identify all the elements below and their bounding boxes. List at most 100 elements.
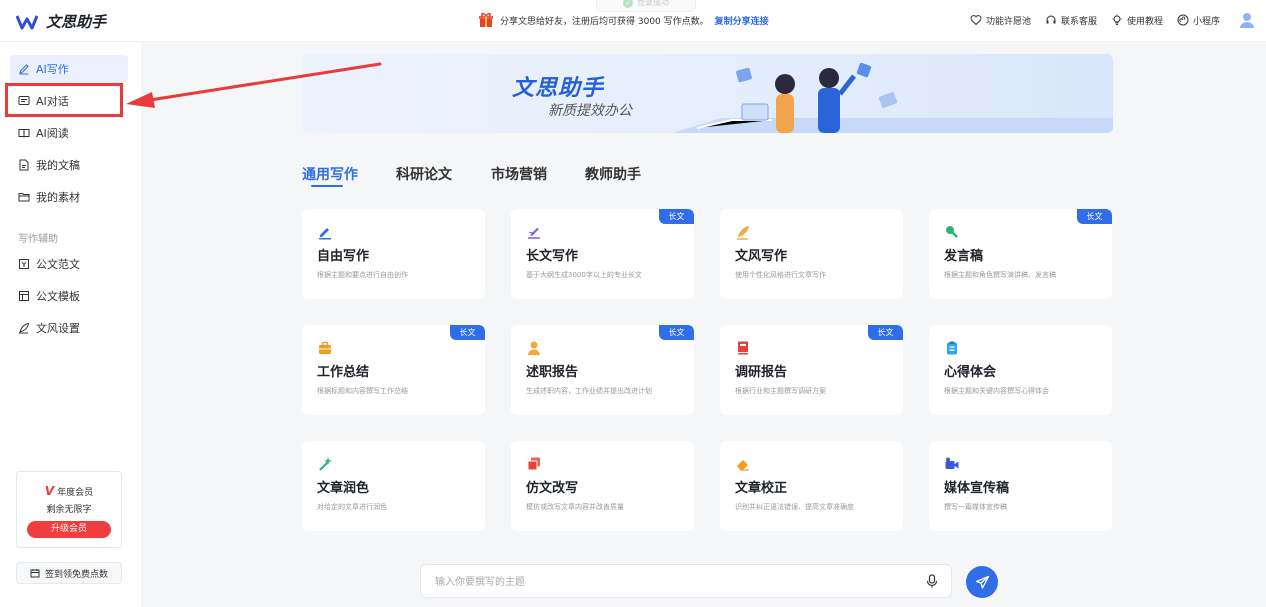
eraser-icon <box>737 460 749 471</box>
sidebar-item-my-materials[interactable]: 我的素材 <box>10 183 128 211</box>
topic-input-bar <box>420 564 952 598</box>
sidebar-item-official-templates[interactable]: 公文模板 <box>10 282 128 310</box>
quill-icon <box>528 228 540 239</box>
card-proofreading[interactable]: 文章校正 识别并纠正语法错误、提高文章准确度 <box>720 441 903 531</box>
tutorial-label: 使用教程 <box>1126 16 1163 27</box>
membership-card: V 年度会员 剩余无限字 升级会员 <box>16 471 122 548</box>
upgrade-button[interactable]: 升级会员 <box>27 521 111 538</box>
card-speech[interactable]: 长文 发言稿 根据主题和角色撰写演讲稿、发言稿 <box>929 209 1112 299</box>
send-icon <box>975 575 989 589</box>
sidebar-item-label: 我的文稿 <box>36 159 80 172</box>
card-desc: 生成述职内容，工作业绩并提出改进计划 <box>526 387 652 395</box>
card-desc: 对给定的文章进行润色 <box>317 503 387 511</box>
highlight-box <box>5 83 123 117</box>
card-style-writing[interactable]: 文风写作 使用个性化风格进行文章写作 <box>720 209 903 299</box>
app-name: 文思助手 <box>46 13 107 31</box>
app-logo[interactable]: 文思助手 <box>16 11 106 32</box>
top-bar: 文思助手 ✓ 登录成功 分享文思给好友，注册后均可获得 3000 写作点数。 复… <box>0 0 1266 42</box>
feather-icon <box>737 226 749 240</box>
microphone-icon <box>946 226 958 238</box>
card-imitation-rewrite[interactable]: 仿文改写 模仿或改写文章内容并改善质量 <box>511 441 694 531</box>
top-right-menu: 功能许愿池 联系客服 使用教程 小程序 <box>970 11 1256 29</box>
tutorial-link[interactable]: 使用教程 <box>1111 14 1163 27</box>
briefcase-icon <box>319 341 331 354</box>
headset-icon <box>1046 15 1056 24</box>
sidebar-item-label: 公文范文 <box>36 258 80 271</box>
sample-doc-icon <box>19 259 29 269</box>
membership-remaining: 剩余无限字 <box>46 505 92 515</box>
card-polish[interactable]: 文章润色 对给定的文章进行润色 <box>302 441 485 531</box>
user-avatar-icon[interactable] <box>1238 11 1256 29</box>
mini-program-icon <box>1177 14 1189 26</box>
sidebar-item-style-settings[interactable]: 文风设置 <box>10 314 128 342</box>
card-title: 调研报告 <box>735 365 788 380</box>
bulb-icon <box>1112 14 1122 25</box>
tab-general-writing[interactable]: 通用写作 <box>302 164 358 184</box>
card-desc: 根据主题和关键内容撰写心得体会 <box>944 387 1049 395</box>
microphone-input-icon[interactable] <box>925 574 939 588</box>
card-desc: 根据主题和角色撰写演讲稿、发言稿 <box>944 271 1056 279</box>
banner-illustration <box>672 62 1113 133</box>
long-text-badge: 长文 <box>450 325 485 340</box>
feather-pen-icon <box>19 322 30 334</box>
card-research-report[interactable]: 长文 调研报告 根据行业和主题撰写调研方案 <box>720 325 903 415</box>
sidebar-item-ai-reading[interactable]: AI阅读 <box>10 119 128 147</box>
card-title: 文章校正 <box>735 481 788 496</box>
card-title: 述职报告 <box>526 365 579 380</box>
card-title: 文章润色 <box>317 481 370 496</box>
card-desc: 识别并纠正语法错误、提高文章准确度 <box>735 503 854 511</box>
login-success-toast: ✓ 登录成功 <box>596 0 696 12</box>
signin-label: 签到领免费点数 <box>44 569 108 580</box>
send-button[interactable] <box>966 566 998 598</box>
mini-program-link[interactable]: 小程序 <box>1177 14 1220 27</box>
folder-icon <box>18 193 30 202</box>
contact-service-link[interactable]: 联系客服 <box>1045 14 1097 27</box>
card-title: 文风写作 <box>735 249 788 264</box>
card-title: 长文写作 <box>526 249 579 264</box>
sidebar-item-label: AI阅读 <box>36 127 69 140</box>
long-text-badge: 长文 <box>659 209 694 224</box>
card-reflections[interactable]: 心得体会 根据主题和关键内容撰写心得体会 <box>929 325 1112 415</box>
card-title: 仿文改写 <box>526 481 579 496</box>
active-tab-underline <box>311 185 343 187</box>
signin-button[interactable]: 签到领免费点数 <box>16 562 122 584</box>
tab-marketing[interactable]: 市场营销 <box>491 164 547 184</box>
card-title: 自由写作 <box>317 249 370 264</box>
wish-pool-label: 功能许愿池 <box>985 16 1031 27</box>
sidebar-item-label: 公文模板 <box>36 290 80 303</box>
card-long-writing[interactable]: 长文 长文写作 基于大纲生成3000字以上的专业长文 <box>511 209 694 299</box>
book-icon <box>18 129 30 138</box>
sidebar-item-label: 文风设置 <box>36 322 80 335</box>
template-icon <box>19 291 29 301</box>
sidebar-item-label: 我的素材 <box>36 191 80 204</box>
card-work-summary[interactable]: 长文 工作总结 根据标题和内容撰写工作总结 <box>302 325 485 415</box>
person-icon <box>528 341 540 355</box>
wish-pool-link[interactable]: 功能许愿池 <box>970 14 1031 27</box>
card-desc: 根据标题和内容撰写工作总结 <box>317 387 408 395</box>
tab-teacher-assistant[interactable]: 教师助手 <box>585 164 641 184</box>
topic-input[interactable] <box>435 573 905 591</box>
membership-type: V 年度会员 <box>17 484 121 498</box>
tab-research-paper[interactable]: 科研论文 <box>396 164 452 184</box>
banner[interactable]: 文思助手 新质提效办公 <box>302 54 1113 133</box>
check-icon: ✓ <box>623 0 633 8</box>
card-desc: 撰写一篇媒体宣传稿 <box>944 503 1007 511</box>
card-media-press[interactable]: 媒体宣传稿 撰写一篇媒体宣传稿 <box>929 441 1112 531</box>
membership-type-label: 年度会员 <box>57 487 94 498</box>
card-duty-report[interactable]: 长文 述职报告 生成述职内容，工作业绩并提出改进计划 <box>511 325 694 415</box>
card-free-writing[interactable]: 自由写作 根据主题和要点进行自由创作 <box>302 209 485 299</box>
card-title: 心得体会 <box>944 365 997 380</box>
sidebar-item-my-docs[interactable]: 我的文稿 <box>10 151 128 179</box>
copy-share-link[interactable]: 复制分享连接 <box>715 14 769 27</box>
gift-icon <box>479 12 493 27</box>
card-title: 媒体宣传稿 <box>944 481 1010 496</box>
sidebar-item-ai-writing[interactable]: AI写作 <box>10 55 128 83</box>
long-text-badge: 长文 <box>1077 209 1112 224</box>
pen-icon <box>19 64 29 75</box>
card-desc: 根据主题和要点进行自由创作 <box>317 271 408 279</box>
card-desc: 模仿或改写文章内容并改善质量 <box>526 503 624 511</box>
report-book-icon <box>738 341 748 355</box>
clipboard-icon <box>947 341 957 355</box>
sidebar-item-official-samples[interactable]: 公文范文 <box>10 250 128 278</box>
heart-icon <box>970 15 982 26</box>
